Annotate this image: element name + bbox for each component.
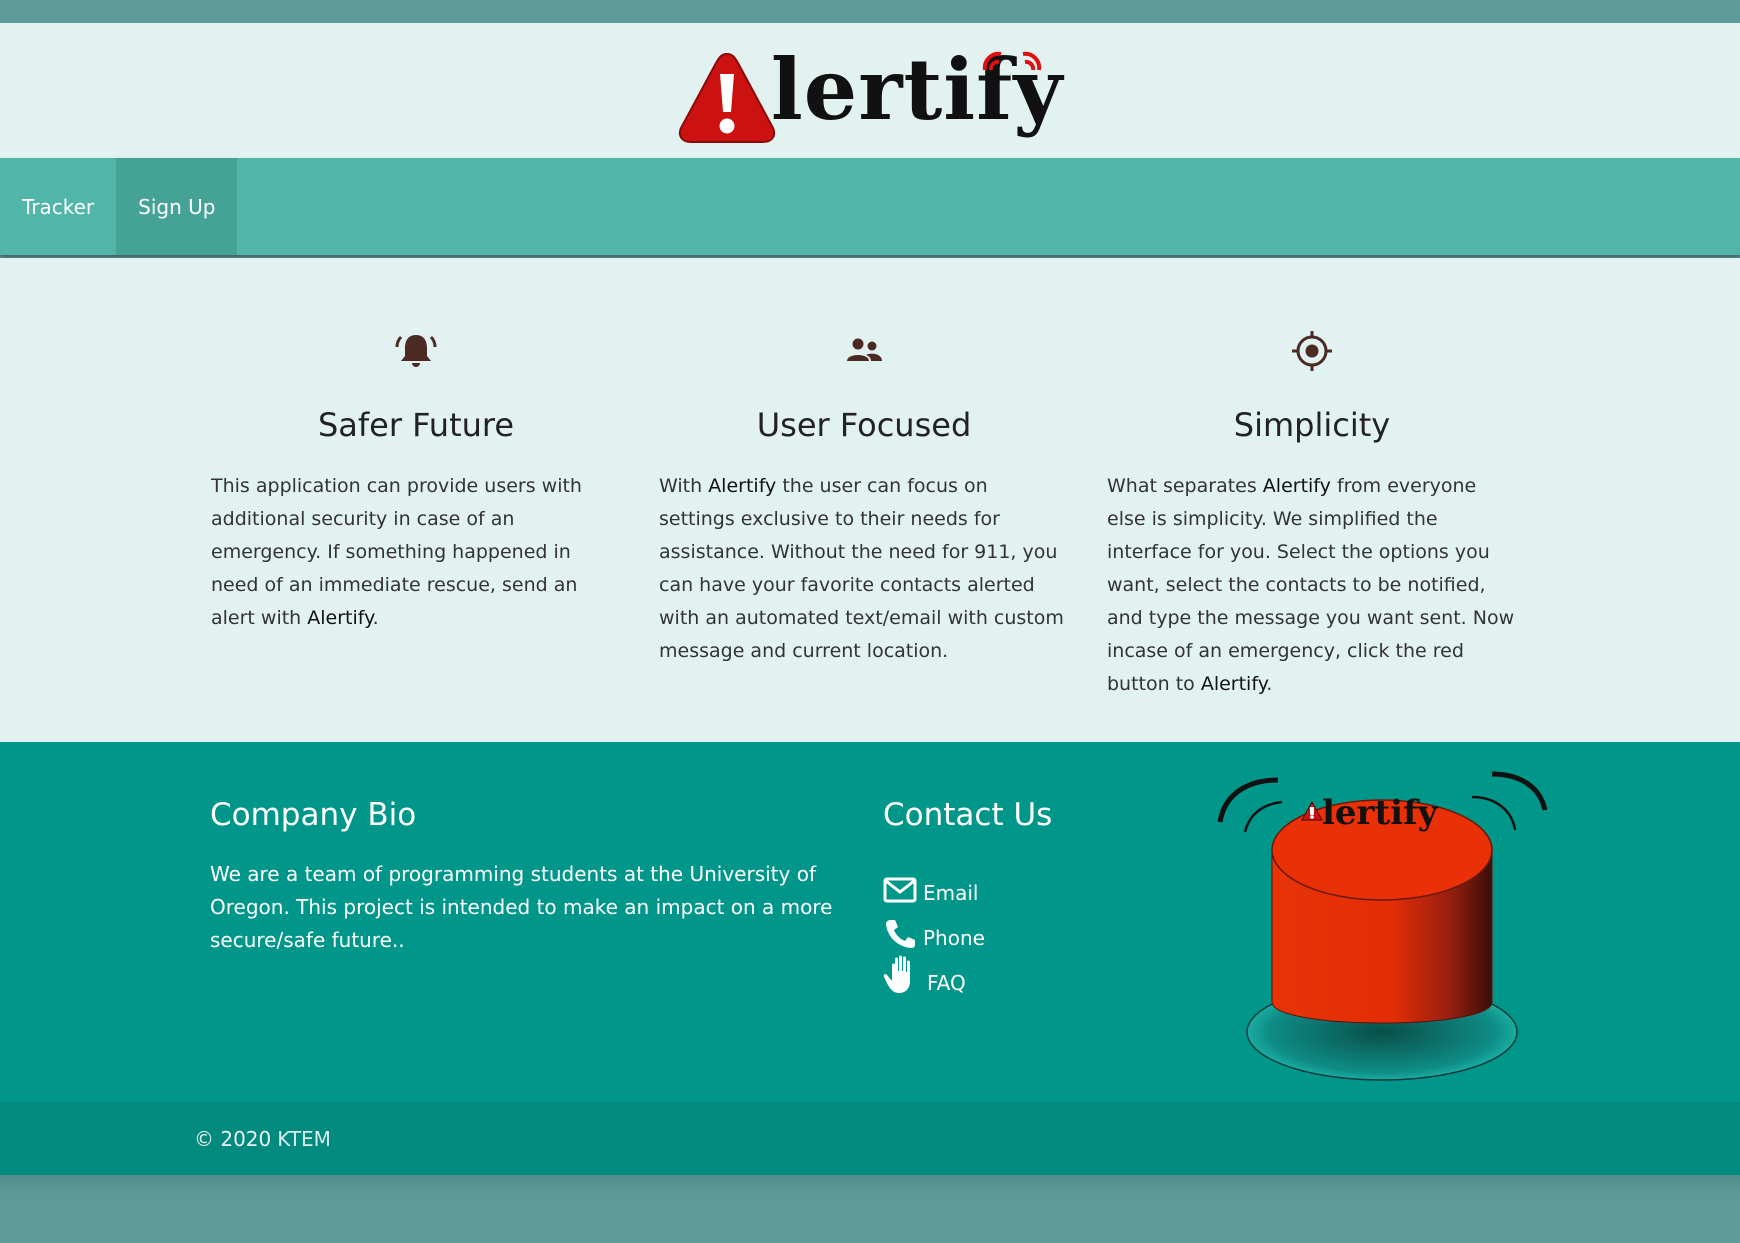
contact-us-title: Contact Us bbox=[883, 797, 1053, 833]
contact-label: Email bbox=[923, 881, 979, 905]
button-logo-wordmark: lertify bbox=[1322, 793, 1439, 833]
contact-faq-link[interactable]: FAQ bbox=[883, 950, 985, 995]
site-footer: Company Bio We are a team of programming… bbox=[0, 742, 1740, 1102]
feature-title: Simplicity bbox=[1233, 406, 1391, 444]
feature-title: Safer Future bbox=[317, 406, 515, 444]
ktem-link[interactable]: KTEM bbox=[277, 1127, 331, 1151]
nav-item-tracker[interactable]: Tracker bbox=[0, 158, 116, 255]
red-alert-button-image[interactable]: lertify bbox=[1210, 762, 1560, 1082]
company-bio-text: We are a team of programming students at… bbox=[210, 862, 833, 952]
bottom-strip bbox=[0, 1175, 1740, 1243]
feature-description: With Alertify the user can focus on sett… bbox=[659, 475, 1064, 662]
hand-icon bbox=[883, 955, 910, 993]
feature-title: User Focused bbox=[756, 406, 972, 444]
main-nav: Tracker Sign Up bbox=[0, 158, 1740, 255]
phone-icon bbox=[886, 920, 915, 948]
features-section: Safer Future This application can provid… bbox=[0, 258, 1740, 742]
users-icon bbox=[847, 338, 882, 361]
mail-icon bbox=[883, 877, 917, 903]
copyright-text: © 2020 bbox=[194, 1126, 272, 1151]
contact-email-link[interactable]: Email bbox=[883, 860, 985, 905]
bell-icon bbox=[395, 335, 437, 367]
contact-label: Phone bbox=[923, 926, 985, 950]
alertify-logo[interactable]: lertify bbox=[677, 36, 1063, 146]
crosshair-icon bbox=[1292, 331, 1332, 371]
feature-description: This application can provide users with … bbox=[211, 475, 582, 629]
feature-description: What separates Alertify from everyone el… bbox=[1107, 475, 1515, 695]
company-bio-title: Company Bio bbox=[210, 797, 417, 833]
copyright-bar: © 2020 KTEM bbox=[0, 1102, 1740, 1175]
top-strip bbox=[0, 0, 1740, 23]
signal-waves-icon bbox=[982, 51, 1042, 70]
nav-item-sign-up[interactable]: Sign Up bbox=[116, 158, 238, 255]
site-header: lertify bbox=[0, 23, 1740, 158]
contact-phone-link[interactable]: Phone bbox=[883, 905, 985, 950]
contact-label: FAQ bbox=[927, 971, 966, 995]
contact-list: Email Phone FAQ bbox=[883, 860, 985, 995]
warning-triangle-icon bbox=[678, 52, 775, 143]
